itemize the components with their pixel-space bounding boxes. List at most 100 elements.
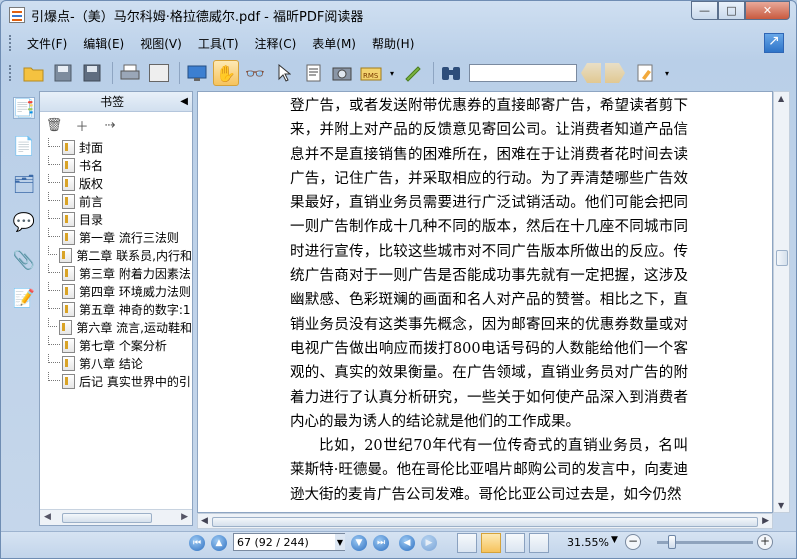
bookmark-item[interactable]: 第六章 流言,运动鞋和 [48,318,192,336]
add-child-bookmark-icon[interactable]: ⇢ [102,117,118,133]
bookmark-page-icon [62,157,75,173]
binoculars-icon[interactable] [438,60,464,86]
bookmark-item[interactable]: 第一章 流行三法则 [48,228,192,246]
menu-comment[interactable]: 注释(C) [249,35,303,52]
snapshot-zoom-icon[interactable]: 👓 [242,60,268,86]
foxit-app-icon[interactable] [9,7,25,23]
highlight-icon[interactable] [633,60,659,86]
print-icon[interactable] [117,60,143,86]
hand-tool-icon[interactable]: ✋ [213,60,239,86]
zoom-slider[interactable] [657,535,753,549]
bookmark-scroll-thumb[interactable] [62,513,152,523]
save-icon[interactable] [50,60,76,86]
go-back-icon[interactable]: ◀ [399,535,415,551]
document-vertical-scrollbar[interactable]: ▲ ▼ [773,91,790,513]
zoom-slider-knob[interactable] [668,535,676,549]
next-result-icon[interactable] [605,63,625,83]
svg-text:RMS: RMS [363,72,379,80]
menu-form[interactable]: 表单(M) [306,35,362,52]
bookmark-label: 书名 [79,158,104,173]
prev-result-icon[interactable] [581,63,601,83]
scroll-right-icon[interactable]: ▶ [762,516,769,526]
single-page-view-icon[interactable] [457,533,477,553]
window-controls: — □ ✕ [691,1,790,20]
fullscreen-icon[interactable] [184,60,210,86]
zoom-out-button[interactable]: − [625,534,641,550]
scroll-left-icon[interactable]: ◀ [44,512,51,522]
maximize-button[interactable]: □ [718,1,745,20]
bookmark-item[interactable]: 目录 [48,210,192,228]
tree-branch-line [48,282,60,291]
bookmark-item[interactable]: 第八章 结论 [48,354,192,372]
scroll-right-icon[interactable]: ▶ [181,512,188,522]
rms-icon[interactable]: RMS [358,60,384,86]
first-page-icon[interactable]: ⏮ [189,535,205,551]
bookmark-item[interactable]: 封面 [48,138,192,156]
add-bookmark-icon[interactable]: ＋ [74,117,90,135]
search-input[interactable] [469,64,577,82]
text-select-icon[interactable] [300,60,326,86]
bookmark-page-icon [59,319,73,335]
expand-view-icon[interactable] [764,33,784,53]
continuous-view-icon[interactable] [481,533,501,553]
comments-panel-icon[interactable]: 💬 [13,211,35,233]
scroll-down-icon[interactable]: ▼ [778,501,784,510]
bookmark-item[interactable]: 第四章 环境威力法则 [48,282,192,300]
sign-pen-icon[interactable] [400,60,426,86]
camera-icon[interactable] [329,60,355,86]
bookmarks-panel-icon[interactable]: 📑 [13,97,35,119]
save-as-icon[interactable] [79,60,105,86]
minimize-button[interactable]: — [691,1,718,20]
page-paragraph: 登广告，或者发送附带优惠券的直接邮寄广告，希望读者剪下来，并附上对产品的反馈意见… [290,98,688,430]
page-number-input[interactable] [233,533,345,551]
document-horizontal-scrollbar[interactable]: ◀ ▶ [197,513,773,529]
page-dropdown-icon[interactable]: ▼ [335,534,345,550]
open-folder-icon[interactable] [21,60,47,86]
scroll-up-icon[interactable]: ▲ [778,94,784,103]
scan-icon[interactable] [146,60,172,86]
highlight-dropdown-icon[interactable]: ▾ [662,60,672,86]
delete-bookmark-icon[interactable]: 🗑 [46,117,63,133]
next-page-icon[interactable]: ▼ [351,535,367,551]
bookmark-item[interactable]: 第二章 联系员,内行和 [48,246,192,264]
bookmark-page-icon [62,355,75,371]
bookmark-item[interactable]: 版权 [48,174,192,192]
bookmark-page-icon [62,373,75,389]
bookmark-item[interactable]: 第三章 附着力因素法 [48,264,192,282]
dropdown-arrow: ▾ [664,68,669,78]
rms-dropdown-icon[interactable]: ▾ [387,60,397,86]
bookmark-horizontal-scrollbar[interactable]: ◀ ▶ [40,509,192,525]
attachments-panel-icon[interactable]: 📎 [13,249,35,271]
bookmark-item[interactable]: 书名 [48,156,192,174]
bookmark-label: 版权 [79,176,104,191]
toolbar-grip[interactable] [9,65,13,81]
vertical-scroll-thumb[interactable] [776,250,788,266]
title-bar[interactable]: 引爆点-（美）马尔科姆·格拉德威尔.pdf - 福昕PDF阅读器 — □ ✕ [1,1,796,29]
menu-file[interactable]: 文件(F) [21,35,73,52]
pages-panel-icon[interactable]: 📄 [13,135,35,157]
menubar-grip[interactable] [9,35,13,51]
close-button[interactable]: ✕ [745,1,790,20]
continuous-facing-view-icon[interactable] [529,533,549,553]
scroll-left-icon[interactable]: ◀ [201,516,208,526]
bookmark-item[interactable]: 第五章 神奇的数字:1 [48,300,192,318]
last-page-icon[interactable]: ⏭ [373,535,389,551]
bookmark-item[interactable]: 后记 真实世界中的引 [48,372,192,390]
bookmark-item[interactable]: 前言 [48,192,192,210]
horizontal-scroll-thumb[interactable] [212,517,758,527]
collapse-panel-icon[interactable]: ◀ [180,96,188,107]
signatures-panel-icon[interactable]: 📝 [13,287,35,309]
go-forward-icon[interactable]: ▶ [421,535,437,551]
zoom-dropdown-icon[interactable]: ▼ [611,535,618,545]
document-view[interactable]: 登广告，或者发送附带优惠券的直接邮寄广告，希望读者剪下来，并附上对产品的反馈意见… [197,91,773,513]
menu-tools[interactable]: 工具(T) [192,35,245,52]
zoom-in-button[interactable]: + [757,534,773,550]
menu-edit[interactable]: 编辑(E) [77,35,130,52]
layers-panel-icon[interactable]: 🗂 [13,173,36,195]
menu-view[interactable]: 视图(V) [134,35,188,52]
facing-view-icon[interactable] [505,533,525,553]
bookmark-item[interactable]: 第七章 个案分析 [48,336,192,354]
previous-page-icon[interactable]: ▲ [211,535,227,551]
select-cursor-icon[interactable] [271,60,297,86]
menu-help[interactable]: 帮助(H) [366,35,420,52]
